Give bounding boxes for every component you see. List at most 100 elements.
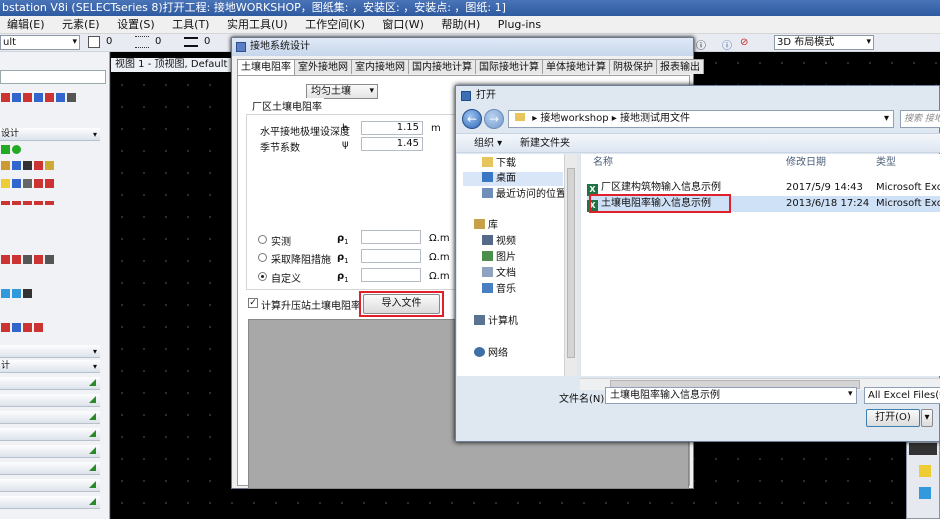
menu-workspace[interactable]: 工作空间(K) xyxy=(298,16,372,34)
nav-music[interactable]: 音乐 xyxy=(482,283,516,297)
menu-utilities[interactable]: 实用工具(U) xyxy=(220,16,295,34)
season-input[interactable]: 1.45 xyxy=(361,137,423,151)
nav-network[interactable]: 网络 xyxy=(474,347,508,361)
radio-reduction[interactable] xyxy=(258,253,267,262)
tool-icon[interactable] xyxy=(1,289,10,298)
tool-section-item[interactable] xyxy=(0,496,100,509)
menu-help[interactable]: 帮助(H) xyxy=(434,16,487,34)
file-row-selected[interactable]: X 土壤电阻率输入信息示例 2013/6/18 17:24 Microsoft E… xyxy=(587,196,940,212)
tool-icon[interactable] xyxy=(12,323,21,332)
tool-search-combo[interactable] xyxy=(0,70,106,84)
open-dropdown-button[interactable]: ▾ xyxy=(921,409,933,427)
substation-checkbox[interactable]: ✓ xyxy=(248,298,258,308)
tab-indoor-grid[interactable]: 室内接地网 xyxy=(351,59,409,74)
menu-edit[interactable]: 编辑(E) xyxy=(0,16,52,34)
tool-icon[interactable] xyxy=(34,161,43,170)
search-input[interactable]: 搜索 接地 xyxy=(900,110,940,128)
tool-icon[interactable] xyxy=(1,93,10,102)
lock-icon[interactable]: ⊘ xyxy=(740,37,748,48)
tool-icon[interactable] xyxy=(34,179,43,188)
nav-recent[interactable]: 最近访问的位置 xyxy=(482,188,566,202)
filename-input[interactable]: 土壤电阻率输入信息示例 xyxy=(605,387,857,404)
nav-pictures[interactable]: 图片 xyxy=(482,251,516,265)
tool-icon[interactable] xyxy=(23,289,32,298)
level-combo[interactable]: ult xyxy=(0,35,80,50)
file-row[interactable]: X 厂区建构筑物输入信息示例 2017/5/9 14:43 Microsoft E… xyxy=(587,180,940,196)
nav-scrollbar[interactable] xyxy=(564,154,577,376)
tool-icon[interactable] xyxy=(12,145,21,154)
tool-icon[interactable] xyxy=(45,255,54,264)
column-date[interactable]: 修改日期 xyxy=(786,154,826,172)
filetype-select[interactable]: All Excel Files(*.xl xyxy=(864,387,940,404)
tab-soil-resistivity[interactable]: 土壤电阻率 xyxy=(237,59,295,75)
address-bar[interactable]: ▸ 接地workshop ▸ 接地测试用文件 ▾ xyxy=(508,110,894,128)
tool-icon[interactable] xyxy=(12,255,21,264)
column-type[interactable]: 类型 xyxy=(876,154,896,172)
tool-icon[interactable] xyxy=(45,93,54,102)
open-button[interactable]: 打开(O) xyxy=(866,409,920,427)
tab-international-calc[interactable]: 国际接地计算 xyxy=(475,59,543,74)
tool-icon[interactable] xyxy=(1,161,10,170)
tool-icon[interactable] xyxy=(23,161,32,170)
menu-plugins[interactable]: Plug-ins xyxy=(491,16,548,34)
tool-icon[interactable] xyxy=(45,200,54,205)
back-arrow-icon[interactable]: ← xyxy=(462,109,482,129)
column-name[interactable]: 名称 xyxy=(593,154,613,172)
breadcrumb-item[interactable]: 接地测试用文件 xyxy=(620,113,690,124)
tool-icon[interactable] xyxy=(23,255,32,264)
soil-type-select[interactable]: 均匀土壤 ▾ xyxy=(306,84,378,99)
tool-section-calc[interactable]: 计 ▾ xyxy=(0,360,100,373)
radio-measured[interactable] xyxy=(258,235,267,244)
tool-section-item[interactable] xyxy=(0,377,100,390)
nav-library[interactable]: 库 xyxy=(474,219,498,233)
tool-icon[interactable] xyxy=(23,323,32,332)
tool-icon[interactable] xyxy=(56,93,65,102)
tool-icon[interactable] xyxy=(12,161,21,170)
info-icon[interactable]: ⓘ xyxy=(722,37,732,52)
tool-icon[interactable] xyxy=(34,323,43,332)
new-folder-button[interactable]: 新建文件夹 xyxy=(520,134,570,154)
tool-icon[interactable] xyxy=(1,255,10,264)
toolbox-icon[interactable] xyxy=(919,487,931,499)
chevron-down-icon[interactable]: ▾ xyxy=(848,389,853,399)
tool-icon[interactable] xyxy=(12,289,21,298)
nav-desktop[interactable]: 桌面 xyxy=(463,172,563,186)
tool-icon[interactable] xyxy=(12,200,21,205)
measured-input[interactable] xyxy=(361,230,421,244)
toolbox-icon[interactable] xyxy=(919,465,931,477)
tool-section-item[interactable] xyxy=(0,462,100,475)
reduction-input[interactable] xyxy=(361,249,421,263)
tool-icon[interactable] xyxy=(67,93,76,102)
custom-input[interactable] xyxy=(361,268,421,282)
tool-icon[interactable] xyxy=(34,93,43,102)
tool-section-item[interactable] xyxy=(0,479,100,492)
tool-section-item[interactable] xyxy=(0,411,100,424)
nav-downloads[interactable]: 下载 xyxy=(482,157,516,171)
tool-icon[interactable] xyxy=(12,93,21,102)
tool-icon[interactable] xyxy=(1,323,10,332)
color-swatch-icon[interactable] xyxy=(88,36,100,48)
tool-icon[interactable] xyxy=(23,93,32,102)
tab-single-calc[interactable]: 单体接地计算 xyxy=(542,59,610,74)
tab-domestic-calc[interactable]: 国内接地计算 xyxy=(408,59,476,74)
tool-icon[interactable] xyxy=(23,179,32,188)
tool-icon[interactable] xyxy=(23,200,32,205)
tool-section-item[interactable] xyxy=(0,445,100,458)
breadcrumb-item[interactable]: 接地workshop xyxy=(540,113,608,124)
tool-section-header[interactable]: 设计 ▾ xyxy=(0,128,100,141)
import-file-button[interactable]: 导入文件 xyxy=(363,294,440,314)
organize-button[interactable]: 组织 ▾ xyxy=(474,134,502,154)
tool-icon[interactable] xyxy=(34,200,43,205)
help-icon[interactable]: ⓘ xyxy=(696,37,706,52)
forward-arrow-icon[interactable]: → xyxy=(484,109,504,129)
tool-icon[interactable] xyxy=(34,255,43,264)
tool-icon[interactable] xyxy=(12,179,21,188)
line-style-icon[interactable] xyxy=(135,36,149,48)
tool-icon[interactable] xyxy=(45,161,54,170)
tab-cathodic-protection[interactable]: 阴极保护 xyxy=(609,59,657,74)
nav-documents[interactable]: 文档 xyxy=(482,267,516,281)
scroll-thumb[interactable] xyxy=(567,168,575,358)
chevron-down-icon[interactable]: ▾ xyxy=(884,111,889,127)
tool-section-item[interactable] xyxy=(0,394,100,407)
menu-element[interactable]: 元素(E) xyxy=(55,16,107,34)
